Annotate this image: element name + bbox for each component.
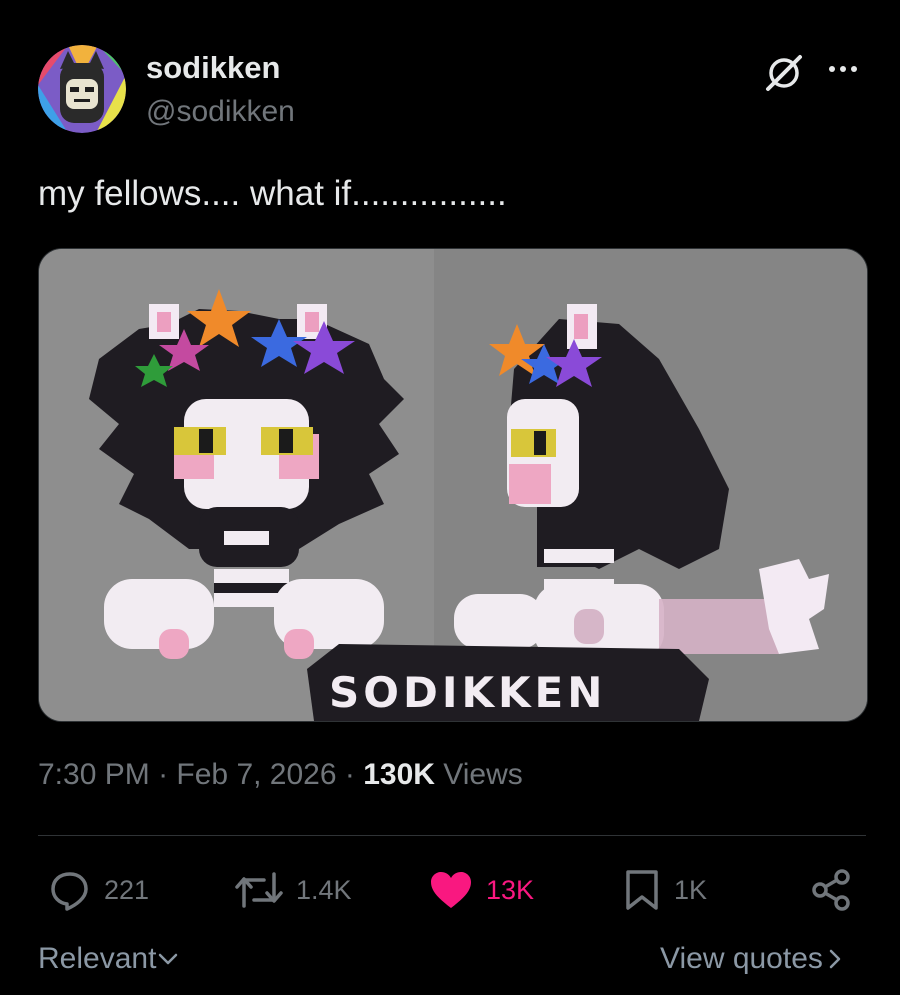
reply-count: 221 xyxy=(104,874,150,905)
repost-button[interactable]: 1.4K xyxy=(234,862,352,918)
chevron-right-icon xyxy=(829,949,841,969)
heart-filled-icon xyxy=(431,872,471,908)
more-options-icon[interactable] xyxy=(822,54,864,84)
avatar-image xyxy=(38,45,126,133)
view-quotes-link[interactable]: View quotes xyxy=(660,942,847,976)
author-display-name[interactable]: sodikken xyxy=(146,50,280,86)
tweet-media-image[interactable]: SODIKKEN xyxy=(38,248,868,722)
repost-icon xyxy=(235,872,283,908)
avatar[interactable] xyxy=(38,45,126,133)
watermark-text: SODIKKEN xyxy=(329,668,606,717)
bookmark-count: 1K xyxy=(674,874,708,905)
author-handle[interactable]: @sodikken xyxy=(146,95,295,129)
divider xyxy=(38,835,866,836)
grok-icon[interactable] xyxy=(763,52,805,94)
tweet-time[interactable]: 7:30 PM xyxy=(38,758,150,791)
sort-label: Relevant xyxy=(38,942,157,975)
tweet-date[interactable]: Feb 7, 2026 xyxy=(176,758,336,791)
share-button[interactable] xyxy=(808,862,854,918)
like-button[interactable]: 13K xyxy=(428,862,534,918)
views-label: Views xyxy=(443,758,523,791)
bookmark-button[interactable]: 1K xyxy=(622,862,707,918)
tweet-text: my fellows.... what if................ xyxy=(38,174,507,213)
reply-button[interactable]: 221 xyxy=(48,862,149,918)
repost-count: 1.4K xyxy=(296,874,352,905)
view-quotes-label: View quotes xyxy=(660,942,823,975)
character-front-view xyxy=(89,289,404,659)
tweet-meta: 7:30 PM · Feb 7, 2026 · 130K Views xyxy=(38,758,523,792)
like-count: 13K xyxy=(486,874,535,905)
reply-icon xyxy=(51,872,88,911)
share-icon xyxy=(812,869,850,911)
views-count: 130K xyxy=(363,758,435,791)
bookmark-icon xyxy=(626,870,658,910)
sort-replies-dropdown[interactable]: Relevant xyxy=(38,942,180,976)
chevron-down-icon xyxy=(159,953,178,965)
meta-separator: · xyxy=(158,758,169,791)
meta-separator: · xyxy=(344,758,355,791)
